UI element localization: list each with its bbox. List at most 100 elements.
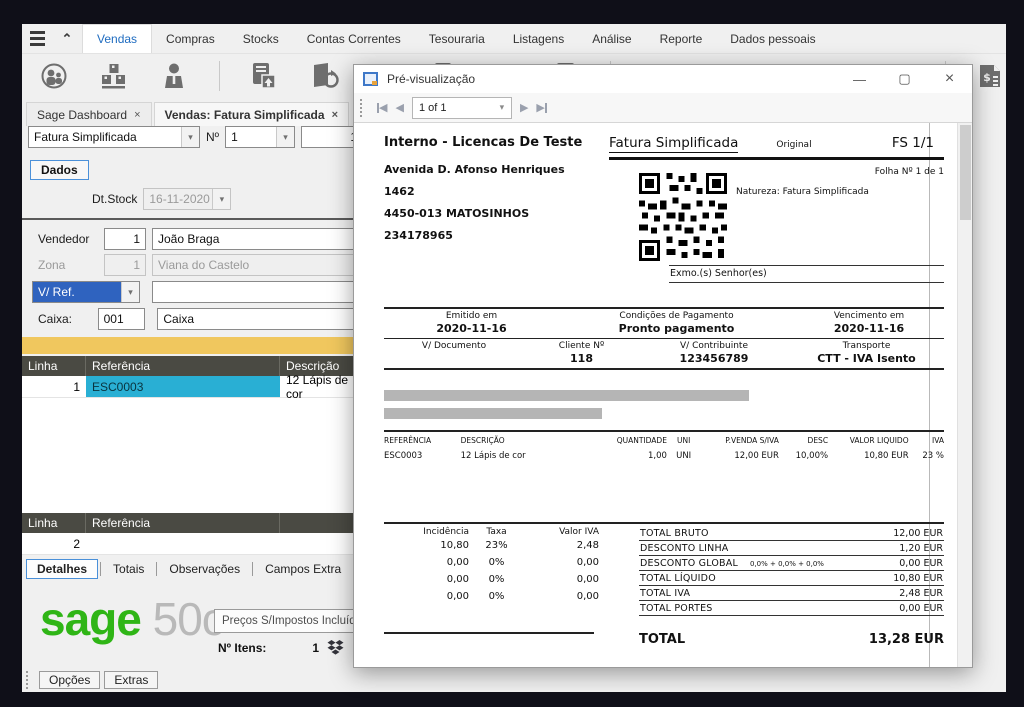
contribuinte-label: V/ Contribuinte <box>639 341 789 351</box>
close-button[interactable]: × <box>927 65 972 93</box>
cell-linha[interactable]: 1 <box>22 376 86 397</box>
vertical-scrollbar[interactable] <box>957 123 972 667</box>
zona-name-field: Viana do Castelo <box>152 254 370 276</box>
tab-detalhes[interactable]: Detalhes <box>26 559 98 579</box>
chevron-down-icon[interactable]: ▾ <box>493 102 511 113</box>
total-iva-row: TOTAL IVA 2,48 EUR <box>639 586 944 601</box>
page-select[interactable]: 1 of 1 ▾ <box>412 97 512 119</box>
numero-label: Nº <box>206 130 219 144</box>
col-linha[interactable]: Linha <box>22 513 86 533</box>
invoice-doc-header: Fatura Simplificada Original FS 1/1 <box>609 135 944 153</box>
tab-label: Sage Dashboard <box>37 108 127 122</box>
vendedor-name-field[interactable]: João Braga <box>152 228 370 250</box>
minimize-button[interactable]: — <box>837 65 882 93</box>
vendedor-code-field[interactable]: 1 <box>104 228 146 250</box>
menu-tab-listagens[interactable]: Listagens <box>499 24 578 53</box>
previous-page-button[interactable]: ◀ <box>395 101 403 114</box>
tab-opcoes[interactable]: Opções <box>39 671 100 689</box>
tab-campos-extra[interactable]: Campos Extra <box>255 560 351 578</box>
document-header-row: Fatura Simplificada ▾ Nº 1 ▾ 1 <box>28 126 363 148</box>
cliente-value: 118 <box>524 352 639 365</box>
natureza-label: Natureza: Fatura Simplificada <box>736 187 869 197</box>
hamburger-icon <box>30 31 45 46</box>
grid-row-2[interactable]: 2 <box>22 533 374 555</box>
tab-vendas-fatura-simplificada[interactable]: Vendas: Fatura Simplificada × <box>154 102 350 126</box>
tab-sage-dashboard[interactable]: Sage Dashboard × <box>26 102 152 126</box>
menu-tab-analise[interactable]: Análise <box>578 24 645 53</box>
items-box-icon <box>327 640 344 655</box>
customers-button[interactable] <box>38 60 69 92</box>
invoice-totals-section: Incidência Taxa Valor IVA 10,80 23% 2,48… <box>384 522 944 524</box>
preview-nav-toolbar: ◀ ◀ 1 of 1 ▾ ▶ ▶ <box>354 93 972 123</box>
preview-page-area[interactable]: Interno - Licencas De Teste Fatura Simpl… <box>354 123 972 667</box>
close-icon[interactable]: × <box>332 109 338 121</box>
grid-row-1[interactable]: 1 ESC0003 12 Lápis de cor <box>22 376 374 398</box>
iva-summary-table: Incidência Taxa Valor IVA 10,80 23% 2,48… <box>394 527 599 608</box>
maximize-button[interactable]: ▢ <box>882 65 927 93</box>
vdocumento-label: V/ Documento <box>384 341 524 351</box>
transporte-value: CTT - IVA Isento <box>789 352 944 365</box>
document-tab-strip: Sage Dashboard × Vendas: Fatura Simplifi… <box>26 102 349 126</box>
vref-value-field[interactable] <box>152 281 370 303</box>
vref-type-select[interactable]: V/ Ref. ▾ <box>32 281 140 303</box>
item-desconto: 10,00% <box>779 451 828 461</box>
menu-tab-contas-correntes[interactable]: Contas Correntes <box>293 24 415 53</box>
desconto-global-row: DESCONTO GLOBAL 0,0% + 0,0% + 0,0% 0,00 … <box>639 556 944 571</box>
caixa-code-field[interactable]: 001 <box>98 308 146 330</box>
user-icon <box>161 62 187 90</box>
col-linha[interactable]: Linha <box>22 356 86 376</box>
page-indicator: 1 of 1 <box>413 102 493 114</box>
hamburger-menu-button[interactable] <box>22 24 52 53</box>
serie-select[interactable]: 1 ▾ <box>225 126 295 148</box>
item-descricao: 12 Lápis de cor <box>461 451 599 461</box>
dados-section-tab[interactable]: Dados <box>30 160 89 180</box>
new-document-button[interactable] <box>249 60 280 92</box>
precos-impostos-field[interactable]: Preços S/Impostos Incluídos <box>214 609 376 633</box>
cell-referencia-selected[interactable]: ESC0003 <box>86 376 280 397</box>
menu-tab-stocks[interactable]: Stocks <box>229 24 293 53</box>
close-icon[interactable]: × <box>134 109 140 121</box>
menu-tab-tesouraria[interactable]: Tesouraria <box>415 24 499 53</box>
cell-linha[interactable]: 2 <box>22 533 86 554</box>
last-page-button[interactable]: ▶ <box>536 101 546 114</box>
col-referencia[interactable]: Referência <box>86 513 280 533</box>
col-referencia[interactable]: Referência <box>86 356 280 376</box>
invoice-values-button[interactable]: $ <box>975 60 1006 92</box>
convert-document-button[interactable] <box>309 60 340 92</box>
drag-grip[interactable] <box>26 671 31 689</box>
tab-extras[interactable]: Extras <box>104 671 158 689</box>
chevron-down-icon[interactable]: ▾ <box>276 127 294 147</box>
cell-referencia[interactable] <box>86 533 280 554</box>
chevron-down-icon[interactable]: ▾ <box>121 282 139 302</box>
doc-type-select[interactable]: Fatura Simplificada ▾ <box>28 126 200 148</box>
salesperson-button[interactable] <box>159 60 190 92</box>
scrollbar-thumb[interactable] <box>960 125 971 220</box>
collapse-ribbon-button[interactable]: ⌃ <box>52 24 82 53</box>
company-name: Interno - Licencas De Teste <box>384 135 582 150</box>
stock-boxes-icon <box>100 62 128 90</box>
grid-empty-area[interactable] <box>22 398 374 513</box>
chevron-down-icon: ▾ <box>212 189 230 209</box>
bottom-tab-strip: Opções Extras <box>26 669 158 691</box>
invoice-items-table: REFERÊNCIA DESCRIÇÃO QUANTIDADE UNI P.VE… <box>384 430 944 465</box>
item-row: ESC0003 12 Lápis de cor 1,00 UNI 12,00 E… <box>384 447 944 465</box>
toolbar-grip[interactable] <box>360 99 365 117</box>
vendedor-name: João Braga <box>158 232 219 246</box>
caixa-name-field[interactable]: Caixa <box>157 308 374 330</box>
grid-header: Linha Referência <box>22 513 374 533</box>
menu-tab-reporte[interactable]: Reporte <box>646 24 717 53</box>
caixa-row: Caixa: 001 Caixa <box>22 308 374 330</box>
next-page-button[interactable]: ▶ <box>520 101 528 114</box>
first-page-button[interactable]: ◀ <box>377 101 387 114</box>
chevron-down-icon[interactable]: ▾ <box>181 127 199 147</box>
iva-hdr-incidencia: Incidência <box>394 527 469 537</box>
menu-tab-vendas[interactable]: Vendas <box>82 24 152 53</box>
total-liquido-row: TOTAL LÍQUIDO 10,80 EUR <box>639 571 944 586</box>
menu-tab-dados-pessoais[interactable]: Dados pessoais <box>716 24 829 53</box>
stocks-button[interactable] <box>98 60 129 92</box>
tab-observacoes[interactable]: Observações <box>159 560 250 578</box>
preview-titlebar[interactable]: Pré-visualização — ▢ × <box>354 65 972 93</box>
items-header: REFERÊNCIA DESCRIÇÃO QUANTIDADE UNI P.VE… <box>384 432 944 447</box>
menu-tab-compras[interactable]: Compras <box>152 24 229 53</box>
tab-totais[interactable]: Totais <box>103 560 154 578</box>
